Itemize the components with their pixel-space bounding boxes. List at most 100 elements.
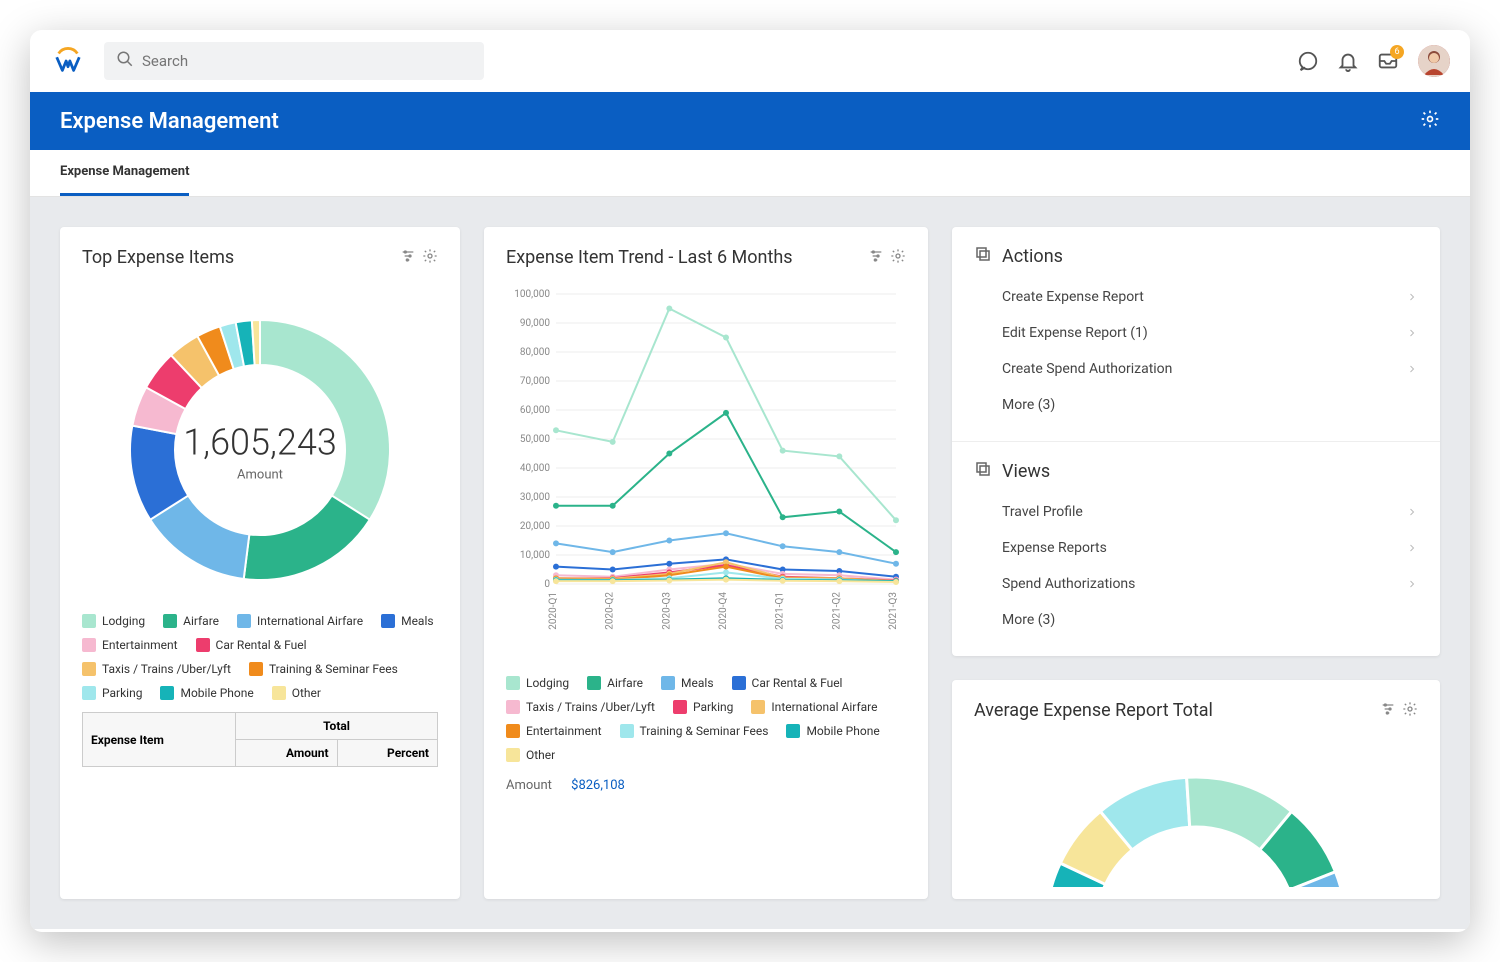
page-title: Expense Management	[60, 109, 279, 134]
view-more[interactable]: More (3)	[974, 602, 1418, 638]
legend-swatch	[82, 686, 96, 700]
action-create-spend-authorization[interactable]: Create Spend Authorization	[974, 351, 1418, 387]
legend-label: Mobile Phone	[806, 724, 879, 738]
notifications-icon[interactable]	[1330, 43, 1366, 79]
svg-text:60,000: 60,000	[520, 405, 550, 416]
legend-item[interactable]: Taxis / Trains /Uber/Lyft	[506, 700, 655, 714]
legend-label: International Airfare	[771, 700, 877, 714]
gear-icon[interactable]	[422, 248, 438, 268]
legend-swatch	[786, 724, 800, 738]
card-top-expense-items: Top Expense Items 1,605,243 Amount	[60, 227, 460, 899]
legend-swatch	[506, 748, 520, 762]
half-donut-chart[interactable]	[1026, 747, 1366, 887]
legend-swatch	[196, 638, 210, 652]
legend-item[interactable]: Airfare	[587, 676, 643, 690]
workday-logo[interactable]	[50, 43, 86, 79]
line-chart[interactable]: 0 10,000 20,000 30,000 40,000 50,000 60,000 70,…	[506, 280, 906, 658]
legend-item[interactable]: Other	[506, 748, 555, 762]
inbox-icon[interactable]: 6	[1370, 43, 1406, 79]
legend-item[interactable]: Other	[272, 686, 321, 700]
legend-item[interactable]: Parking	[82, 686, 142, 700]
legend-item[interactable]: Mobile Phone	[160, 686, 253, 700]
svg-text:0: 0	[544, 579, 550, 590]
tab-expense-management[interactable]: Expense Management	[60, 150, 189, 196]
svg-text:40,000: 40,000	[520, 463, 550, 474]
legend-label: Airfare	[607, 676, 643, 690]
svg-text:100,000: 100,000	[514, 289, 550, 300]
svg-text:2020-Q1: 2020-Q1	[548, 592, 559, 630]
legend-label: Car Rental & Fuel	[216, 638, 307, 652]
legend-item[interactable]: Meals	[381, 614, 433, 628]
legend-item[interactable]: Lodging	[82, 614, 145, 628]
svg-text:70,000: 70,000	[520, 376, 550, 387]
legend-label: International Airfare	[257, 614, 363, 628]
action-create-expense-report[interactable]: Create Expense Report	[974, 279, 1418, 315]
legend-label: Parking	[102, 686, 142, 700]
legend-label: Airfare	[183, 614, 219, 628]
legend-item[interactable]: Taxis / Trains /Uber/Lyft	[82, 662, 231, 676]
legend-label: Taxis / Trains /Uber/Lyft	[526, 700, 655, 714]
legend-item[interactable]: International Airfare	[751, 700, 877, 714]
legend-item[interactable]: Entertainment	[506, 724, 602, 738]
legend-swatch	[163, 614, 177, 628]
filter-icon[interactable]	[868, 248, 884, 268]
gear-icon[interactable]	[1402, 701, 1418, 721]
topbar: 6	[30, 30, 1470, 92]
svg-text:2021-Q3: 2021-Q3	[888, 592, 899, 630]
legend-item[interactable]: Training & Seminar Fees	[249, 662, 398, 676]
legend-swatch	[587, 676, 601, 690]
card-avg-expense-total: Average Expense Report Total	[952, 680, 1440, 899]
svg-text:20,000: 20,000	[520, 521, 550, 532]
search-input[interactable]	[142, 52, 472, 70]
legend-label: Lodging	[102, 614, 145, 628]
action-edit-expense-report[interactable]: Edit Expense Report (1)	[974, 315, 1418, 351]
legend-label: Lodging	[526, 676, 569, 690]
donut-chart[interactable]: 1,605,243 Amount	[110, 300, 410, 604]
legend-label: Mobile Phone	[180, 686, 253, 700]
legend-item[interactable]: Meals	[661, 676, 713, 690]
legend-label: Meals	[681, 676, 713, 690]
action-more[interactable]: More (3)	[974, 387, 1418, 423]
legend-label: Training & Seminar Fees	[269, 662, 398, 676]
card-title: Expense Item Trend - Last 6 Months	[506, 247, 868, 268]
svg-text:10,000: 10,000	[520, 550, 550, 561]
svg-text:2021-Q2: 2021-Q2	[831, 592, 842, 630]
panel-title-actions: Actions	[1002, 246, 1063, 267]
legend-item[interactable]: Lodging	[506, 676, 569, 690]
legend-item[interactable]: International Airfare	[237, 614, 363, 628]
legend-swatch	[82, 614, 96, 628]
svg-text:50,000: 50,000	[520, 434, 550, 445]
card-expense-trend: Expense Item Trend - Last 6 Months 0 10,0…	[484, 227, 928, 899]
gear-icon[interactable]	[890, 248, 906, 268]
legend-item[interactable]: Car Rental & Fuel	[732, 676, 843, 690]
table-group-total: Total	[236, 713, 438, 740]
svg-text:2020-Q2: 2020-Q2	[605, 592, 616, 630]
legend-item[interactable]: Airfare	[163, 614, 219, 628]
svg-text:90,000: 90,000	[520, 318, 550, 329]
legend-item[interactable]: Mobile Phone	[786, 724, 879, 738]
svg-text:80,000: 80,000	[520, 347, 550, 358]
legend-swatch	[249, 662, 263, 676]
chat-icon[interactable]	[1290, 43, 1326, 79]
legend-label: Taxis / Trains /Uber/Lyft	[102, 662, 231, 676]
legend-item[interactable]: Parking	[673, 700, 733, 714]
legend-item[interactable]: Training & Seminar Fees	[620, 724, 769, 738]
table-col-expense-item: Expense Item	[83, 713, 236, 767]
view-travel-profile[interactable]: Travel Profile	[974, 494, 1418, 530]
page-settings-icon[interactable]	[1420, 109, 1440, 133]
legend-label: Entertainment	[102, 638, 178, 652]
search-icon	[116, 50, 142, 72]
amount-value[interactable]: $826,108	[571, 778, 625, 793]
filter-icon[interactable]	[1380, 701, 1396, 721]
legend-item[interactable]: Car Rental & Fuel	[196, 638, 307, 652]
view-expense-reports[interactable]: Expense Reports	[974, 530, 1418, 566]
legend-swatch	[506, 700, 520, 714]
filter-icon[interactable]	[400, 248, 416, 268]
global-search[interactable]	[104, 42, 484, 80]
svg-text:30,000: 30,000	[520, 492, 550, 503]
user-avatar[interactable]	[1418, 45, 1450, 77]
panel-title-views: Views	[1002, 461, 1050, 482]
page-header: Expense Management	[30, 92, 1470, 150]
view-spend-authorizations[interactable]: Spend Authorizations	[974, 566, 1418, 602]
legend-item[interactable]: Entertainment	[82, 638, 178, 652]
